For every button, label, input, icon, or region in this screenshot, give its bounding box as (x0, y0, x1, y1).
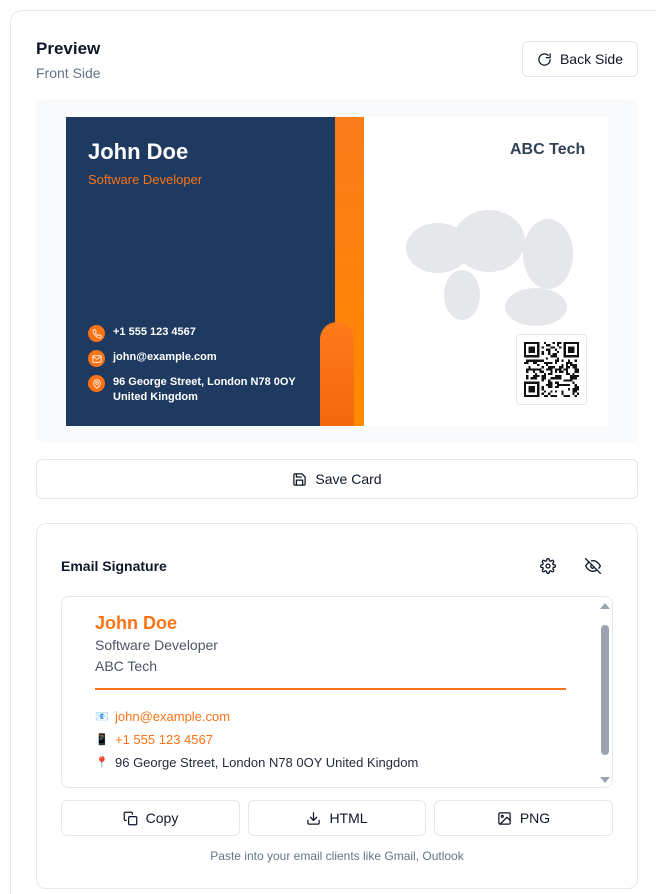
signature-email-row: 📧 john@example.com (95, 709, 230, 724)
card-address: 96 George Street, London N78 0OY United … (113, 376, 296, 403)
copy-label: Copy (145, 810, 179, 826)
business-card: John Doe Software Developer +1 555 123 4… (66, 117, 608, 426)
card-name: John Doe (88, 139, 189, 164)
image-icon (498, 811, 511, 825)
signature-address: 96 George Street, London N78 0OY United … (115, 755, 419, 770)
phone-icon: 📱 (95, 733, 109, 746)
card-phone: +1 555 123 4567 (113, 326, 196, 338)
signature-email[interactable]: john@example.com (115, 709, 230, 724)
hide-preview-button[interactable] (581, 554, 605, 578)
signature-hint: Paste into your email clients like Gmail… (210, 849, 464, 863)
html-label: HTML (329, 810, 368, 826)
side-label: Front Side (36, 65, 101, 81)
signature-phone[interactable]: +1 555 123 4567 (115, 732, 213, 747)
world-map-logo (406, 210, 573, 326)
html-button[interactable]: HTML (248, 800, 426, 836)
card-email-row: john@example.com (88, 350, 217, 367)
scroll-thumb[interactable] (601, 625, 609, 755)
card-accent-curve (320, 322, 354, 426)
envelope-icon: 📧 (95, 710, 109, 723)
scroll-down-arrow[interactable] (600, 777, 610, 783)
map-pin-icon (88, 375, 105, 392)
scroll-up-arrow[interactable] (600, 603, 610, 609)
signature-phone-row: 📱 +1 555 123 4567 (95, 732, 213, 747)
card-address-row: 96 George Street, London N78 0OY United … (88, 375, 324, 405)
rotate-icon (538, 52, 551, 66)
download-icon (307, 811, 321, 825)
save-card-button[interactable]: Save Card (36, 459, 638, 499)
signature-preview[interactable]: John Doe Software Developer ABC Tech 📧 j… (61, 596, 613, 788)
card-role: Software Developer (88, 172, 203, 187)
signature-address-row: 📍 96 George Street, London N78 0OY Unite… (95, 755, 418, 770)
signature-name: John Doe (95, 613, 178, 633)
copy-button[interactable]: Copy (61, 800, 240, 836)
pin-icon: 📍 (95, 756, 109, 769)
signature-company: ABC Tech (95, 658, 157, 674)
card-phone-row: +1 555 123 4567 (88, 325, 196, 342)
signature-divider (95, 688, 566, 690)
back-side-button[interactable]: Back Side (522, 41, 638, 77)
card-email: john@example.com (113, 351, 217, 363)
settings-button[interactable] (536, 554, 560, 578)
mail-icon (88, 350, 105, 367)
copy-icon (123, 811, 138, 825)
png-label: PNG (519, 810, 551, 826)
save-card-label: Save Card (315, 471, 382, 487)
phone-icon (88, 325, 105, 342)
page-title: Preview (36, 39, 101, 58)
signature-role: Software Developer (95, 637, 218, 653)
eye-off-icon (585, 558, 601, 574)
save-icon (293, 472, 307, 486)
png-button[interactable]: PNG (434, 800, 613, 836)
back-side-label: Back Side (559, 51, 624, 67)
signature-title: Email Signature (61, 558, 167, 574)
qr-code (516, 334, 587, 405)
card-company: ABC Tech (510, 141, 586, 158)
gear-icon (540, 558, 556, 574)
scrollbar[interactable] (600, 603, 610, 783)
